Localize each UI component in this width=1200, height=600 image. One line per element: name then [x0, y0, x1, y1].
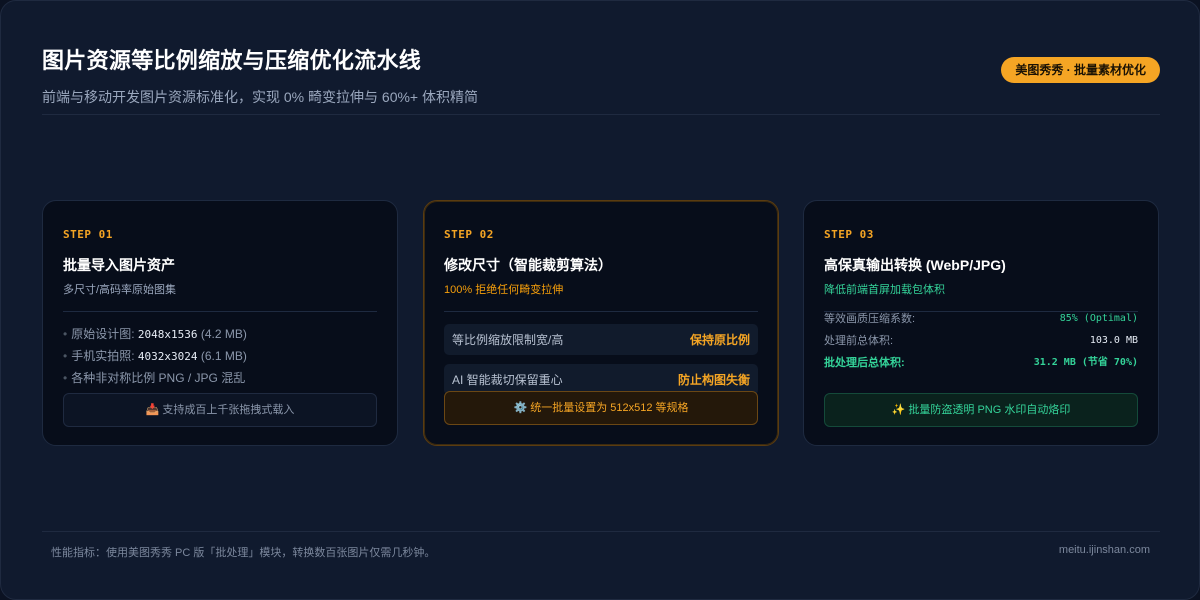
step-02-card: STEP 02 修改尺寸（智能裁剪算法） 100% 拒绝任何畸变拉伸 等比例缩放…: [423, 200, 779, 446]
stat-row-size-before: 处理前总体积: 103.0 MB: [824, 335, 1138, 347]
footer-divider: [42, 531, 1160, 532]
step-label: STEP 01: [63, 228, 113, 241]
step-03-card: STEP 03 高保真输出转换 (WebP/JPG) 降低前端首屏加载包体积 等…: [803, 200, 1159, 446]
card-title: 修改尺寸（智能裁剪算法）: [444, 257, 612, 273]
option-tag: 保持原比例: [689, 333, 750, 347]
stat-row-size-after: 批处理后总体积: 31.2 MB (节省 70%): [824, 357, 1138, 369]
watermark-button[interactable]: ✨ 批量防盗透明 PNG 水印自动烙印: [824, 393, 1138, 427]
list-item: • 各种非对称比例 PNG / JPG 混乱: [63, 371, 246, 385]
brand-badge: 美图秀秀 · 批量素材优化: [1001, 57, 1160, 83]
button-label: 统一批量设置为 512x512 等规格: [530, 402, 689, 414]
card-subtitle: 多尺寸/高码率原始图集: [63, 284, 177, 296]
page-subtitle: 前端与移动开发图片资源标准化，实现 0% 畸变拉伸与 60%+ 体积精简: [42, 89, 478, 105]
card-divider: [63, 311, 377, 312]
list-item: • 手机实拍照: 4032x3024 (6.1 MB): [63, 349, 247, 363]
asset-list: • 原始设计图: 2048x1536 (4.2 MB) • 手机实拍照: 4032x…: [63, 327, 377, 393]
step-label: STEP 03: [824, 228, 874, 241]
header-divider: [42, 114, 1160, 115]
option-label: 等比例缩放限制宽/高: [452, 333, 564, 347]
button-label: 批量防盗透明 PNG 水印自动烙印: [908, 404, 1071, 416]
card-subtitle: 100% 拒绝任何畸变拉伸: [444, 284, 564, 296]
footer-link[interactable]: meitu.ijinshan.com: [1059, 544, 1150, 556]
list-item: • 原始设计图: 2048x1536 (4.2 MB): [63, 327, 247, 341]
card-divider: [444, 311, 758, 312]
step-label: STEP 02: [444, 228, 494, 241]
header: 图片资源等比例缩放与压缩优化流水线 前端与移动开发图片资源标准化，实现 0% 畸…: [42, 43, 1160, 107]
inbox-tray-icon: 📥: [145, 404, 160, 416]
stat-row-quality: 等效画质压缩系数: 85% (Optimal): [824, 313, 1138, 325]
drag-import-dropzone[interactable]: 📥 支持成百上千张拖拽式载入: [63, 393, 377, 427]
card-title: 高保真输出转换 (WebP/JPG): [824, 257, 1006, 273]
page-frame: 图片资源等比例缩放与压缩优化流水线 前端与移动开发图片资源标准化，实现 0% 畸…: [0, 0, 1200, 600]
batch-resize-button[interactable]: ⚙️ 统一批量设置为 512x512 等规格: [444, 391, 758, 425]
option-tag: 防止构图失衡: [677, 373, 750, 387]
card-title: 批量导入图片资产: [63, 257, 175, 273]
card-subtitle: 降低前端首屏加载包体积: [824, 284, 945, 296]
step-01-card: STEP 01 批量导入图片资产 多尺寸/高码率原始图集 • 原始设计图: 204…: [42, 200, 398, 446]
footer-note: 性能指标：使用美图秀秀 PC 版「批处理」模块，转换数百张图片仅需几秒钟。: [51, 547, 436, 559]
sparkles-icon: ✨: [891, 404, 906, 416]
dropzone-label: 支持成百上千张拖拽式载入: [162, 404, 295, 416]
option-label: AI 智能裁切保留重心: [452, 373, 563, 387]
gear-icon: ⚙️: [513, 402, 528, 414]
page-title: 图片资源等比例缩放与压缩优化流水线: [42, 48, 422, 73]
option-row-proportional-scale[interactable]: 等比例缩放限制宽/高 保持原比例: [444, 324, 758, 355]
